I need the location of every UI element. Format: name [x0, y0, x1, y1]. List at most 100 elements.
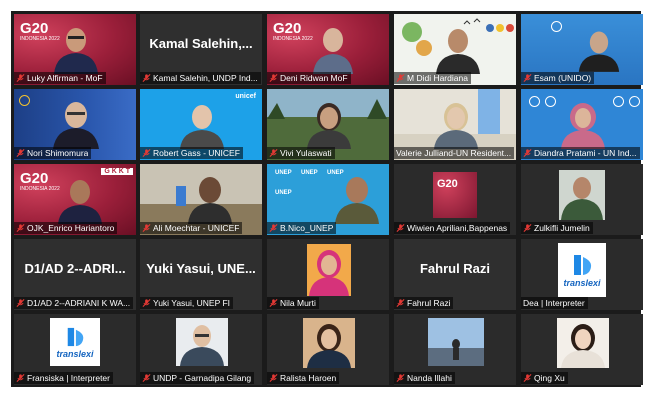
video-tile[interactable]: UNEP UNEP UNEP UNEP B.Nico_UNEP [267, 164, 389, 235]
video-tile[interactable]: Valerie Julliand-UN Resident... [394, 89, 516, 160]
video-tile[interactable]: D1/AD 2--ADRI... D1/AD 2--ADRIANI K WA..… [14, 239, 136, 310]
mic-muted-icon [523, 74, 532, 82]
mic-muted-icon [269, 224, 278, 232]
mic-muted-icon [16, 74, 25, 82]
mic-muted-icon [269, 374, 278, 382]
video-tile[interactable]: translexi Dea | Interpreter [521, 239, 643, 310]
video-tile[interactable]: Kamal Salehin,... Kamal Salehin, UNDP In… [140, 14, 262, 85]
participant-video [561, 103, 605, 149]
participant-name-tag: Kamal Salehin, UNDP Ind... [140, 72, 261, 84]
mic-muted-icon [16, 224, 25, 232]
translexi-logo: translexi [558, 243, 606, 297]
profile-picture [303, 318, 355, 368]
video-tile[interactable]: Diandra Pratami - UN Ind... [521, 89, 643, 160]
mic-muted-icon [142, 74, 151, 82]
video-tile[interactable]: G20 INDONESIA 2022 G K K T OJK_Enrico Har… [14, 164, 136, 235]
video-tile[interactable]: Vivi Yulaswati [267, 89, 389, 160]
mic-muted-icon [396, 74, 405, 82]
video-tile[interactable]: M Didi Hardiana [394, 14, 516, 85]
participant-name-tag: Nanda Illahi [394, 372, 455, 384]
unep-logo: UNEP [275, 190, 292, 196]
video-tile[interactable]: Nila Murti [267, 239, 389, 310]
un-emblem-icon [529, 96, 540, 107]
translexi-mark-icon [67, 327, 84, 346]
participant-name-tag: OJK_Enrico Hariantoro [14, 222, 118, 234]
g20-logo: G20 INDONESIA 2022 [20, 170, 60, 192]
unicef-logo: unicef [235, 93, 256, 100]
video-tile[interactable]: Ali Moechtar - UNICEF [140, 164, 262, 235]
un-emblem-icon [545, 96, 556, 107]
video-tile[interactable]: UNDP - Garnadipa Gilang [140, 314, 262, 385]
participant-name-tag: Fransiska | Interpreter [14, 372, 113, 384]
video-tile[interactable]: G20 INDONESIA 2022 Deni Ridwan MoF [267, 14, 389, 85]
un-emblem-icon [551, 21, 562, 32]
mic-muted-icon [142, 149, 151, 157]
participant-video [434, 103, 478, 149]
profile-picture [307, 244, 351, 296]
mic-muted-icon [142, 374, 151, 382]
participant-name-tag: Yuki Yasui, UNEP FI [140, 297, 234, 309]
mic-muted-icon [269, 149, 278, 157]
un-emblem-icon [613, 96, 624, 107]
video-grid: G20 INDONESIA 2022 Luky Alfirman - MoF Ka… [11, 11, 643, 387]
participant-video [54, 28, 98, 74]
video-tile[interactable]: G20 Wiwien Apriliani,Bappenas [394, 164, 516, 235]
profile-picture [428, 318, 484, 366]
mic-muted-icon [523, 374, 532, 382]
g20-logo: G20 INDONESIA 2022 [273, 20, 313, 42]
participant-big-name: D1/AD 2--ADRI... [24, 261, 126, 276]
participant-video [307, 103, 351, 149]
participant-name-tag: UNDP - Garnadipa Gilang [140, 372, 255, 384]
participant-name-tag: D1/AD 2--ADRIANI K WA... [14, 297, 134, 309]
video-tile[interactable]: translexi Fransiska | Interpreter [14, 314, 136, 385]
participant-video [436, 29, 480, 74]
video-tile[interactable]: Fahrul Razi Fahrul Razi [394, 239, 516, 310]
video-tile[interactable]: Zulkifli Jumelin [521, 164, 643, 235]
participant-video [578, 31, 620, 72]
mic-muted-icon [396, 374, 405, 382]
profile-picture [559, 170, 605, 220]
mic-muted-icon [16, 299, 25, 307]
video-tile[interactable]: Nori Shimomura [14, 89, 136, 160]
profile-picture [176, 318, 228, 366]
participant-video [313, 28, 353, 74]
participant-name-tag: Vivi Yulaswati [267, 147, 335, 159]
mic-muted-icon [142, 299, 151, 307]
participant-name-tag: Ali Moechtar - UNICEF [140, 222, 243, 234]
participant-video [180, 105, 224, 149]
participant-name-tag: Zulkifli Jumelin [521, 222, 593, 234]
video-tile[interactable]: G20 INDONESIA 2022 Luky Alfirman - MoF [14, 14, 136, 85]
profile-picture: G20 [433, 172, 477, 218]
video-tile[interactable]: Yuki Yasui, UNE... Yuki Yasui, UNEP FI [140, 239, 262, 310]
mic-muted-icon [16, 149, 25, 157]
profile-picture [557, 318, 609, 368]
video-tile[interactable]: Qing Xu [521, 314, 643, 385]
mic-muted-icon [396, 224, 405, 232]
un-emblem-icon [629, 96, 640, 107]
video-tile[interactable]: Ralista Haroen [267, 314, 389, 385]
participant-video [53, 102, 99, 149]
participant-name-tag: Qing Xu [521, 372, 568, 384]
mic-muted-icon [269, 74, 278, 82]
video-tile[interactable]: Nanda Illahi [394, 314, 516, 385]
mic-muted-icon [269, 299, 278, 307]
participant-name-tag: Esam (UNIDO) [521, 72, 595, 84]
participant-name-tag: Robert Gass - UNICEF [140, 147, 243, 159]
participant-video [58, 180, 102, 224]
mic-muted-icon [396, 299, 405, 307]
participant-name-tag: Luky Alfirman - MoF [14, 72, 106, 84]
participant-name-tag: Nori Shimomura [14, 147, 92, 159]
video-tile[interactable]: unicef Robert Gass - UNICEF [140, 89, 262, 160]
participant-name-tag: M Didi Hardiana [394, 72, 471, 84]
video-tile[interactable]: Esam (UNIDO) [521, 14, 643, 85]
participant-name-tag: Valerie Julliand-UN Resident... [394, 147, 515, 159]
participant-name-tag: Diandra Pratami - UN Ind... [521, 147, 640, 159]
participant-video [335, 177, 379, 224]
participant-name-tag: Ralista Haroen [267, 372, 340, 384]
translexi-mark-icon [574, 254, 592, 275]
participant-name-tag: Nila Murti [267, 297, 319, 309]
participant-big-name: Yuki Yasui, UNE... [146, 261, 256, 276]
translexi-logo: translexi [50, 318, 100, 366]
emblem-icon [19, 95, 30, 106]
participant-name-tag: Dea | Interpreter [521, 297, 588, 309]
